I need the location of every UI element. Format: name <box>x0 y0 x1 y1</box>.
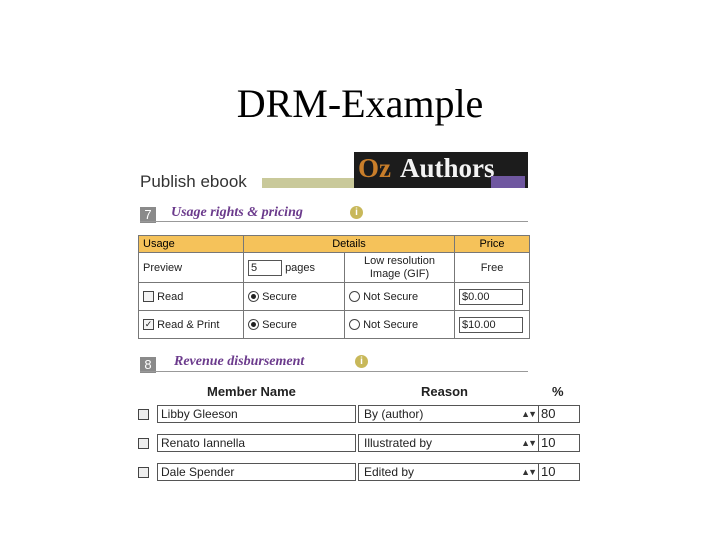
read-not-secure-radio[interactable] <box>349 291 360 303</box>
reason-select[interactable]: Illustrated by ▲▼ <box>358 434 539 452</box>
preview-format-label: Low resolution Image (GIF) <box>364 254 435 280</box>
column-header-usage: Usage <box>138 235 244 253</box>
up-down-arrow-icon: ▲▼ <box>521 438 537 448</box>
reason-select[interactable]: Edited by ▲▼ <box>358 463 539 481</box>
percent-input[interactable]: 80 <box>538 405 580 423</box>
details-cell: 5 pages <box>243 252 345 283</box>
slide-title: DRM-Example <box>236 81 484 126</box>
usage-cell: ✓ Read & Print <box>138 310 244 339</box>
price-cell: $0.00 <box>454 282 530 311</box>
secure-label: Secure <box>262 318 297 331</box>
read-checkbox[interactable] <box>143 291 154 303</box>
logo-swoosh-icon <box>491 176 525 188</box>
percent-input[interactable]: 10 <box>538 434 580 452</box>
usage-label-read-print: Read & Print <box>157 318 220 331</box>
not-secure-label: Not Secure <box>363 290 419 303</box>
column-header-price: Price <box>454 235 530 253</box>
member-name-input[interactable]: Renato Iannella <box>157 434 356 452</box>
read-price-input[interactable]: $0.00 <box>459 288 523 305</box>
details-cell: Secure <box>243 310 345 339</box>
details-cell: Secure <box>243 282 345 311</box>
column-header-details: Details <box>243 235 455 253</box>
info-icon[interactable]: i <box>355 355 368 368</box>
column-header-percent: % <box>552 384 564 399</box>
up-down-arrow-icon: ▲▼ <box>521 409 537 419</box>
usage-label-preview: Preview <box>143 261 183 274</box>
usage-section-title: Usage rights & pricing <box>171 205 303 220</box>
logo-oz: Oz <box>358 153 391 183</box>
page-title: Publish ebook <box>140 172 247 191</box>
price-cell: Free <box>454 252 530 283</box>
reason-value: By (author) <box>364 407 424 421</box>
reason-value: Illustrated by <box>364 436 433 450</box>
member-name-input[interactable]: Libby Gleeson <box>157 405 356 423</box>
revenue-section-title: Revenue disbursement <box>174 354 305 369</box>
read-print-checkbox[interactable]: ✓ <box>143 319 154 331</box>
secure-label: Secure <box>262 290 297 303</box>
read-print-not-secure-radio[interactable] <box>349 319 360 331</box>
info-icon[interactable]: i <box>350 206 363 219</box>
column-header-member-name: Member Name <box>207 384 296 399</box>
price-cell: $10.00 <box>454 310 530 339</box>
details-cell: Low resolution Image (GIF) <box>344 252 455 283</box>
member-checkbox[interactable] <box>138 467 149 478</box>
not-secure-label: Not Secure <box>363 318 419 331</box>
usage-cell: Preview <box>138 252 244 283</box>
usage-label-read: Read <box>157 290 184 303</box>
section-divider <box>140 221 528 222</box>
ozauthors-logo: Oz Authors <box>354 152 528 188</box>
usage-rights-table: Usage Details Price Preview 5 pages Low … <box>138 235 530 339</box>
read-print-price-input[interactable]: $10.00 <box>459 316 523 333</box>
member-checkbox[interactable] <box>138 438 149 449</box>
section-divider <box>140 371 528 372</box>
preview-pages-input[interactable]: 5 <box>248 259 282 276</box>
up-down-arrow-icon: ▲▼ <box>521 467 537 477</box>
logo-authors: Authors <box>400 153 495 183</box>
percent-input[interactable]: 10 <box>538 463 580 481</box>
member-checkbox[interactable] <box>138 409 149 420</box>
preview-price-label: Free <box>480 261 504 274</box>
details-cell: Not Secure <box>344 310 455 339</box>
reason-select[interactable]: By (author) ▲▼ <box>358 405 539 423</box>
read-print-secure-radio[interactable] <box>248 319 259 331</box>
usage-cell: Read <box>138 282 244 311</box>
reason-value: Edited by <box>364 465 415 479</box>
column-header-reason: Reason <box>421 384 468 399</box>
read-secure-radio[interactable] <box>248 291 259 303</box>
member-name-input[interactable]: Dale Spender <box>157 463 356 481</box>
details-cell: Not Secure <box>344 282 455 311</box>
pages-unit-label: pages <box>285 261 316 274</box>
